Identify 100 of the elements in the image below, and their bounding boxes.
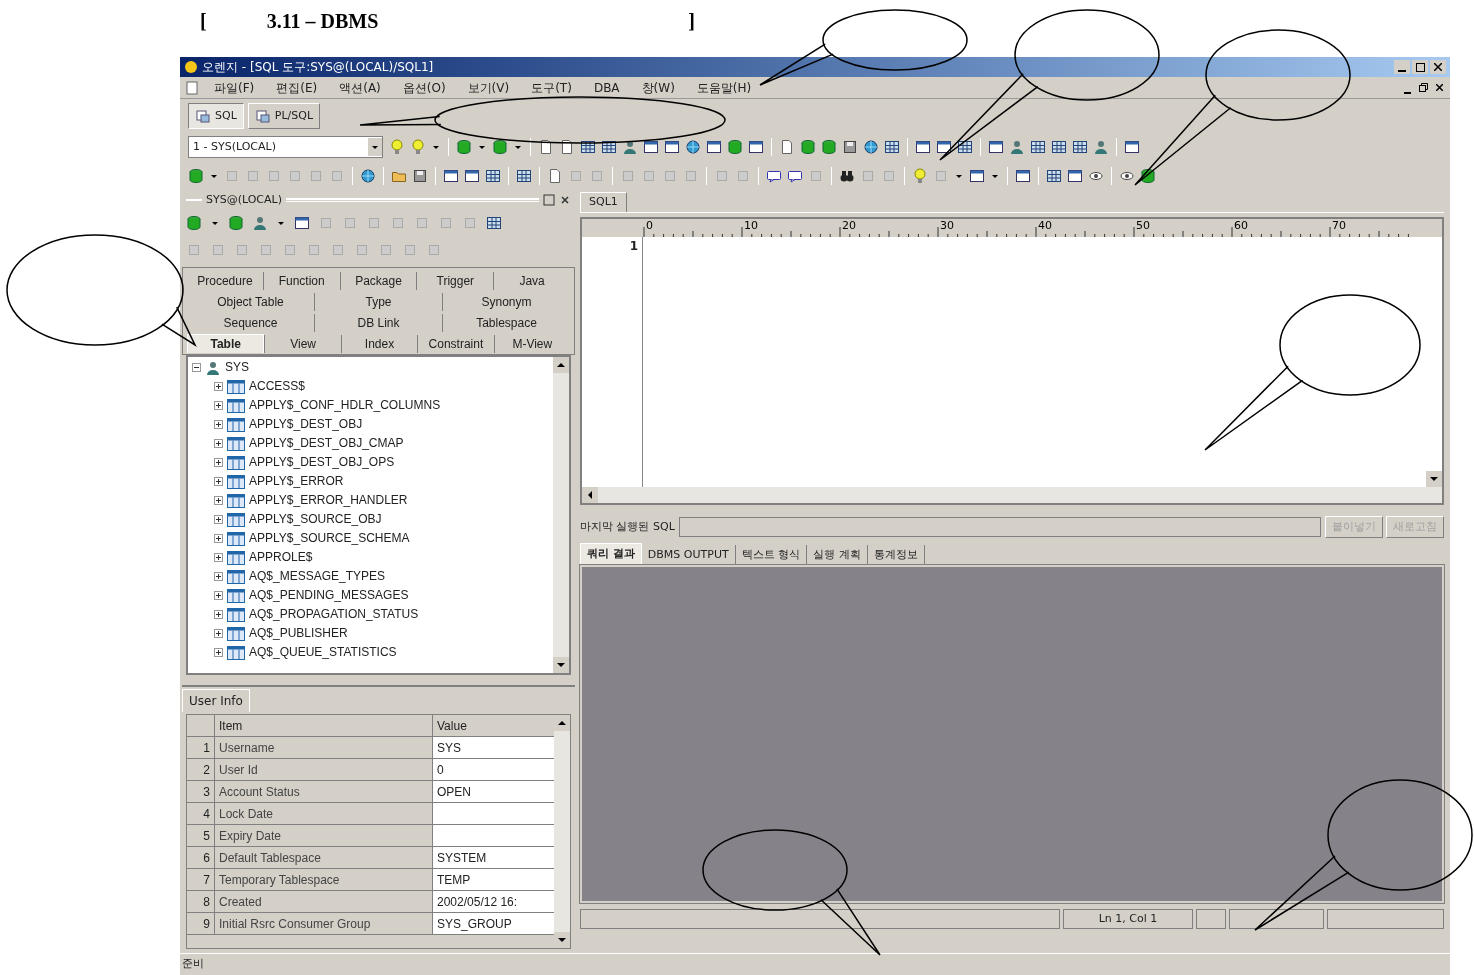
column-header[interactable]: Item [215,715,433,737]
object-type-tab[interactable]: Type [314,292,442,311]
object-type-tab[interactable]: Synonym [442,292,570,311]
tree-item[interactable]: AQ$_PENDING_MESSAGES [249,586,409,605]
scroll-up-icon[interactable] [554,715,570,731]
editor-tab[interactable]: SQL1 [580,192,627,212]
grid-icon[interactable] [884,139,900,155]
window-icon[interactable] [969,168,985,184]
database-icon[interactable] [1140,168,1156,184]
last-sql-field[interactable] [678,517,1321,537]
menu-item[interactable]: 파일(F) [214,78,255,97]
tree-item[interactable]: APPROLE$ [249,548,313,567]
object-type-tab[interactable]: Java [493,271,570,290]
tree-item[interactable]: AQ$_QUEUE_STATISTICS [249,643,397,662]
minimize-button[interactable] [1394,60,1410,74]
grid-icon[interactable] [580,139,596,155]
tree-item[interactable]: APPLY$_ERROR [249,472,344,491]
tree-item[interactable]: APPLY$_DEST_OBJ_OPS [249,453,395,472]
menu-item[interactable]: 옵션(O) [402,78,446,97]
tree-item[interactable]: AQ$_MESSAGE_TYPES [249,567,386,586]
menu-item[interactable]: 도구(T) [531,78,572,97]
expand-icon[interactable] [214,591,223,600]
tree-item[interactable]: SYS [225,358,249,377]
grid-icon[interactable] [957,139,973,155]
window-icon[interactable] [706,139,722,155]
close-button[interactable] [1430,60,1446,74]
tree-item[interactable]: APPLY$_ERROR_HANDLER [249,491,408,510]
tree-item[interactable]: AQ$_PUBLISHER [249,624,348,643]
window-icon[interactable] [1124,139,1140,155]
window-icon[interactable] [294,215,310,231]
object-type-tab[interactable]: Index [340,334,418,353]
expand-icon[interactable] [214,420,223,429]
window-icon[interactable] [988,139,1004,155]
scroll-down-icon[interactable] [1426,471,1442,487]
tree-item[interactable]: APPLY$_SOURCE_SCHEMA [249,529,410,548]
object-type-tab[interactable]: Table [187,334,265,353]
object-type-tab[interactable]: Function [262,271,340,290]
connection-dropdown[interactable]: 1 - SYS(LOCAL) [188,136,383,158]
grid-icon[interactable] [486,215,502,231]
document-icon[interactable] [538,139,554,155]
globe-icon[interactable] [360,168,376,184]
object-type-tab[interactable]: Object Table [187,292,314,311]
expand-icon[interactable] [214,610,223,619]
expand-icon[interactable] [214,515,223,524]
object-type-tab[interactable]: Procedure [187,271,263,290]
globe-icon[interactable] [863,139,879,155]
object-type-tab[interactable]: DB Link [314,313,442,332]
sql-editor[interactable]: 1 [582,237,1442,487]
bulb-icon[interactable] [912,168,928,184]
binoculars-icon[interactable] [839,168,855,184]
tree-item[interactable]: AQ$_PROPAGATION_STATUS [249,605,419,624]
result-tab[interactable]: 쿼리 결과 [580,543,642,565]
window-icon[interactable] [1067,168,1083,184]
expand-icon[interactable] [214,477,223,486]
bulb-icon[interactable] [410,139,426,155]
window-icon[interactable] [443,168,459,184]
expand-icon[interactable] [214,534,223,543]
speech-balloon-icon[interactable] [766,168,782,184]
window-icon[interactable] [464,168,480,184]
user-info-tab[interactable]: User Info [182,689,250,712]
scroll-down-icon[interactable] [553,657,569,673]
object-type-tab[interactable]: Constraint [417,334,494,353]
grid-icon[interactable] [1046,168,1062,184]
grid-icon[interactable] [516,168,532,184]
object-type-tab[interactable]: View [264,334,341,353]
scrollbar[interactable] [553,357,569,673]
mode-button[interactable]: SQL [188,103,244,129]
object-type-tab[interactable]: Trigger [416,271,494,290]
menu-item[interactable]: 보기(V) [467,78,510,97]
object-type-tab[interactable]: Sequence [187,313,314,332]
window-icon[interactable] [936,139,952,155]
menu-item[interactable]: 도움말(H) [696,78,752,97]
expand-icon[interactable] [214,496,223,505]
grid-icon[interactable] [1051,139,1067,155]
globe-icon[interactable] [685,139,701,155]
tree-item[interactable]: APPLY$_CONF_HDLR_COLUMNS [249,396,441,415]
window-icon[interactable] [664,139,680,155]
menu-item[interactable]: 편집(E) [276,78,318,97]
object-type-tab[interactable]: Package [339,271,417,290]
speech-balloon-icon[interactable] [787,168,803,184]
document-icon[interactable] [559,139,575,155]
menu-item[interactable]: 창(W) [641,78,675,97]
bulb-icon[interactable] [389,139,405,155]
grid-icon[interactable] [485,168,501,184]
grid-icon[interactable] [1030,139,1046,155]
expand-icon[interactable] [214,382,223,391]
scrollbar[interactable] [554,715,570,948]
window-icon[interactable] [1015,168,1031,184]
scroll-up-icon[interactable] [553,357,569,373]
database-icon[interactable] [492,139,508,155]
expand-icon[interactable] [214,401,223,410]
tree-item[interactable]: APPLY$_DEST_OBJ_CMAP [249,434,404,453]
window-icon[interactable] [915,139,931,155]
grid-icon[interactable] [601,139,617,155]
tree-item[interactable]: APPLY$_SOURCE_OBJ [249,510,382,529]
menu-item[interactable]: DBA [593,78,620,97]
window-icon[interactable] [643,139,659,155]
person-icon[interactable] [622,139,638,155]
expand-icon[interactable] [214,648,223,657]
expand-icon[interactable] [214,572,223,581]
